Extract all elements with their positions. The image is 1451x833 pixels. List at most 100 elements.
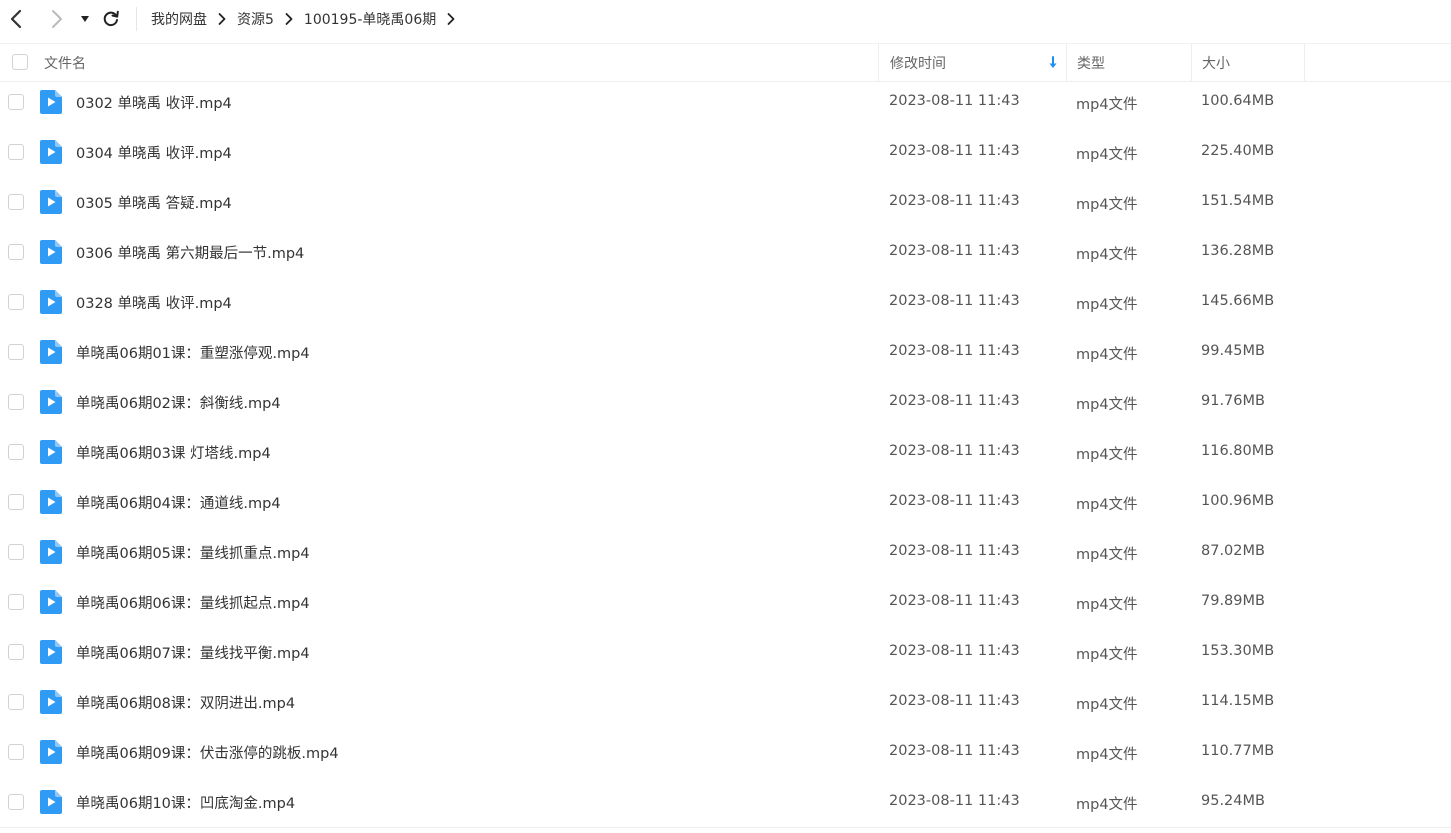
table-row[interactable]: 单晓禹06期03课 灯塔线.mp4 2023-08-11 11:43 mp4文件 11… xyxy=(0,427,1451,477)
back-button[interactable] xyxy=(5,7,29,31)
row-checkbox[interactable] xyxy=(8,144,24,160)
history-dropdown-button[interactable] xyxy=(73,7,97,31)
column-header-name[interactable]: 文件名 xyxy=(44,44,86,81)
file-size: 95.24MB xyxy=(1201,793,1265,809)
table-row[interactable]: 0302 单晓禹 收评.mp4 2023-08-11 11:43 mp4文件 100.… xyxy=(0,77,1451,127)
column-header-size[interactable]: 大小 xyxy=(1202,44,1230,81)
video-file-icon xyxy=(40,540,62,564)
row-checkbox[interactable] xyxy=(8,744,24,760)
file-size: 110.77MB xyxy=(1201,743,1275,759)
file-modified-time: 2023-08-11 11:43 xyxy=(889,593,1020,609)
file-name[interactable]: 单晓禹06期07课：量线找平衡.mp4 xyxy=(76,642,310,663)
file-modified-time: 2023-08-11 11:43 xyxy=(889,293,1020,309)
chevron-right-icon xyxy=(217,12,227,26)
table-row[interactable]: 0305 单晓禹 答疑.mp4 2023-08-11 11:43 mp4文件 151.… xyxy=(0,177,1451,227)
column-divider xyxy=(1191,44,1192,81)
file-type: mp4文件 xyxy=(1076,297,1138,313)
table-row[interactable]: 单晓禹06期01课：重塑涨停观.mp4 2023-08-11 11:43 mp4文件… xyxy=(0,327,1451,377)
file-type: mp4文件 xyxy=(1076,447,1138,463)
row-checkbox[interactable] xyxy=(8,194,24,210)
row-checkbox[interactable] xyxy=(8,94,24,110)
video-file-icon xyxy=(40,790,62,814)
file-modified-time: 2023-08-11 11:43 xyxy=(889,393,1020,409)
column-header-modified[interactable]: 修改时间 xyxy=(890,44,946,81)
file-name[interactable]: 单晓禹06期09课：伏击涨停的跳板.mp4 xyxy=(76,742,339,763)
file-name[interactable]: 单晓禹06期08课：双阴进出.mp4 xyxy=(76,692,295,713)
file-name[interactable]: 单晓禹06期01课：重塑涨停观.mp4 xyxy=(76,342,310,363)
breadcrumb-item-resources[interactable]: 资源5 xyxy=(237,9,274,29)
row-checkbox[interactable] xyxy=(8,644,24,660)
file-name[interactable]: 单晓禹06期05课：量线抓重点.mp4 xyxy=(76,542,310,563)
file-name[interactable]: 单晓禹06期03课 灯塔线.mp4 xyxy=(76,442,271,463)
file-modified-time: 2023-08-11 11:43 xyxy=(889,443,1020,459)
file-modified-time: 2023-08-11 11:43 xyxy=(889,543,1020,559)
table-row[interactable]: 单晓禹06期09课：伏击涨停的跳板.mp4 2023-08-11 11:43 mp4… xyxy=(0,727,1451,777)
table-row[interactable]: 单晓禹06期02课：斜衡线.mp4 2023-08-11 11:43 mp4文件 91… xyxy=(0,377,1451,427)
row-checkbox[interactable] xyxy=(8,344,24,360)
row-checkbox[interactable] xyxy=(8,244,24,260)
file-name[interactable]: 0306 单晓禹 第六期最后一节.mp4 xyxy=(76,242,304,263)
video-file-icon xyxy=(40,590,62,614)
table-row[interactable]: 0304 单晓禹 收评.mp4 2023-08-11 11:43 mp4文件 225.… xyxy=(0,127,1451,177)
chevron-right-icon[interactable] xyxy=(446,12,456,26)
file-size: 151.54MB xyxy=(1201,193,1275,209)
row-checkbox[interactable] xyxy=(8,544,24,560)
row-checkbox[interactable] xyxy=(8,494,24,510)
file-name[interactable]: 单晓禹06期02课：斜衡线.mp4 xyxy=(76,392,281,413)
file-type: mp4文件 xyxy=(1076,147,1138,163)
file-size: 91.76MB xyxy=(1201,393,1265,409)
file-modified-time: 2023-08-11 11:43 xyxy=(889,643,1020,659)
select-all-checkbox[interactable] xyxy=(12,54,28,70)
dropdown-triangle-icon xyxy=(81,16,89,22)
nav-divider xyxy=(136,7,137,31)
file-modified-time: 2023-08-11 11:43 xyxy=(889,93,1020,109)
table-row[interactable]: 0306 单晓禹 第六期最后一节.mp4 2023-08-11 11:43 mp4文… xyxy=(0,227,1451,277)
column-divider xyxy=(1066,44,1067,81)
table-row[interactable]: 单晓禹06期04课：通道线.mp4 2023-08-11 11:43 mp4文件 10… xyxy=(0,477,1451,527)
file-name[interactable]: 0302 单晓禹 收评.mp4 xyxy=(76,92,232,113)
file-name[interactable]: 0328 单晓禹 收评.mp4 xyxy=(76,292,232,313)
row-checkbox[interactable] xyxy=(8,394,24,410)
row-checkbox[interactable] xyxy=(8,794,24,810)
row-checkbox[interactable] xyxy=(8,594,24,610)
file-modified-time: 2023-08-11 11:43 xyxy=(889,343,1020,359)
file-size: 136.28MB xyxy=(1201,243,1275,259)
video-file-icon xyxy=(40,490,62,514)
forward-button[interactable] xyxy=(44,7,68,31)
file-name[interactable]: 单晓禹06期06课：量线抓起点.mp4 xyxy=(76,592,310,613)
file-type: mp4文件 xyxy=(1076,397,1138,413)
file-name[interactable]: 单晓禹06期04课：通道线.mp4 xyxy=(76,492,281,513)
file-type: mp4文件 xyxy=(1076,197,1138,213)
file-name[interactable]: 单晓禹06期10课：凹底淘金.mp4 xyxy=(76,792,295,813)
row-checkbox[interactable] xyxy=(8,694,24,710)
video-file-icon xyxy=(40,340,62,364)
table-row[interactable]: 单晓禹06期05课：量线抓重点.mp4 2023-08-11 11:43 mp4文件… xyxy=(0,527,1451,577)
table-row[interactable]: 单晓禹06期08课：双阴进出.mp4 2023-08-11 11:43 mp4文件 1… xyxy=(0,677,1451,727)
file-type: mp4文件 xyxy=(1076,597,1138,613)
file-type: mp4文件 xyxy=(1076,647,1138,663)
file-size: 87.02MB xyxy=(1201,543,1265,559)
table-row[interactable]: 单晓禹06期10课：凹底淘金.mp4 2023-08-11 11:43 mp4文件 9… xyxy=(0,777,1451,827)
video-file-icon xyxy=(40,640,62,664)
table-row[interactable]: 单晓禹06期07课：量线找平衡.mp4 2023-08-11 11:43 mp4文件… xyxy=(0,627,1451,677)
file-modified-time: 2023-08-11 11:43 xyxy=(889,693,1020,709)
column-header-type[interactable]: 类型 xyxy=(1077,44,1105,81)
file-modified-time: 2023-08-11 11:43 xyxy=(889,493,1020,509)
video-file-icon xyxy=(40,90,62,114)
file-size: 79.89MB xyxy=(1201,593,1265,609)
refresh-button[interactable] xyxy=(99,7,123,31)
table-row[interactable]: 单晓禹06期06课：量线抓起点.mp4 2023-08-11 11:43 mp4文件… xyxy=(0,577,1451,627)
file-modified-time: 2023-08-11 11:43 xyxy=(889,243,1020,259)
row-checkbox[interactable] xyxy=(8,444,24,460)
table-row[interactable]: 0328 单晓禹 收评.mp4 2023-08-11 11:43 mp4文件 145.… xyxy=(0,277,1451,327)
chevron-left-icon xyxy=(10,9,22,29)
breadcrumb-item-current[interactable]: 100195-单晓禹06期 xyxy=(304,9,436,29)
row-checkbox[interactable] xyxy=(8,294,24,310)
breadcrumb-item-root[interactable]: 我的网盘 xyxy=(151,9,207,29)
file-type: mp4文件 xyxy=(1076,697,1138,713)
file-name[interactable]: 0304 单晓禹 收评.mp4 xyxy=(76,142,232,163)
file-type: mp4文件 xyxy=(1076,97,1138,113)
column-divider xyxy=(878,44,879,81)
sort-down-arrow-icon[interactable] xyxy=(1047,44,1059,81)
file-name[interactable]: 0305 单晓禹 答疑.mp4 xyxy=(76,192,232,213)
